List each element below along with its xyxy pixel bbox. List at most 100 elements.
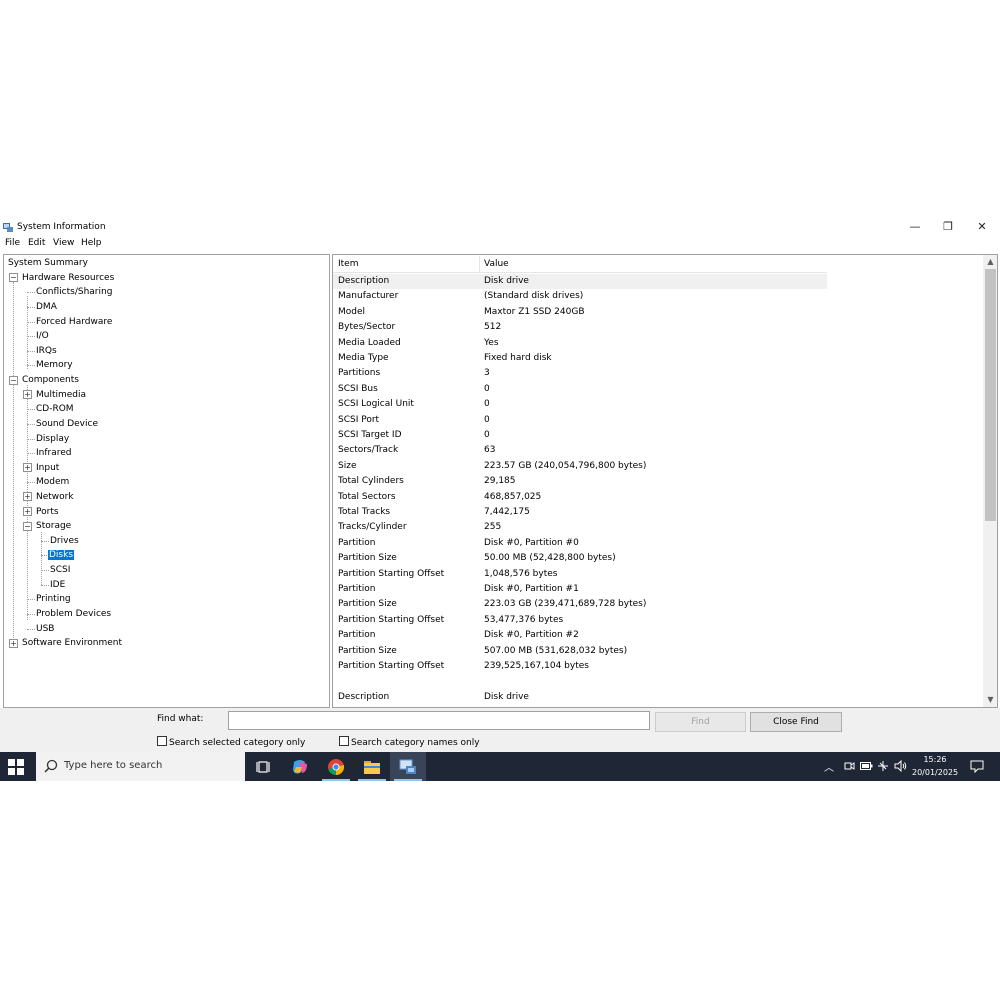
category-tree[interactable]: − − + + + + − + System Summary Hardware … bbox=[3, 254, 330, 708]
meet-now-icon[interactable] bbox=[843, 760, 855, 772]
clock-date[interactable]: 20/01/2025 bbox=[912, 768, 958, 777]
table-row[interactable]: Partition Starting Offset 53,477,376 byte… bbox=[333, 613, 827, 628]
column-header-value[interactable]: Value bbox=[484, 259, 509, 269]
tree-item-irqs[interactable]: IRQs bbox=[35, 344, 58, 358]
collapse-icon[interactable]: − bbox=[9, 376, 18, 385]
menu-view[interactable]: View bbox=[53, 238, 74, 248]
checkbox-box[interactable] bbox=[157, 736, 167, 746]
table-row[interactable]: SCSI Port 0 bbox=[333, 413, 827, 428]
table-row[interactable]: Partition Disk #0, Partition #1 bbox=[333, 582, 827, 597]
clock-time[interactable]: 15:26 bbox=[912, 755, 958, 764]
minimize-button[interactable]: — bbox=[900, 219, 930, 235]
battery-icon[interactable] bbox=[860, 761, 873, 771]
column-header-item[interactable]: Item bbox=[338, 259, 359, 269]
tree-item-multimedia[interactable]: Multimedia bbox=[35, 388, 87, 402]
task-view-button[interactable] bbox=[246, 752, 282, 781]
table-row[interactable]: Manufacturer (Standard disk drives) bbox=[333, 289, 827, 304]
tree-item-scsi[interactable]: SCSI bbox=[49, 563, 71, 577]
scroll-down-icon[interactable]: ▼ bbox=[983, 693, 997, 707]
tree-item-modem[interactable]: Modem bbox=[35, 475, 70, 489]
find-what-input[interactable] bbox=[228, 711, 650, 730]
network-icon[interactable] bbox=[877, 760, 889, 772]
tree-item-display[interactable]: Display bbox=[35, 432, 70, 446]
close-button[interactable]: ✕ bbox=[967, 219, 997, 235]
table-row[interactable]: Partition Size 507.00 MB (531,628,032 byt… bbox=[333, 644, 827, 659]
table-row[interactable]: Tracks/Cylinder 255 bbox=[333, 520, 827, 535]
table-row[interactable]: Total Sectors 468,857,025 bbox=[333, 490, 827, 505]
table-row[interactable]: Partition Disk #0, Partition #2 bbox=[333, 628, 827, 643]
vertical-scrollbar[interactable]: ▲ ▼ bbox=[983, 255, 997, 707]
table-row[interactable]: SCSI Bus 0 bbox=[333, 382, 827, 397]
taskbar-search-box[interactable]: Type here to search bbox=[36, 752, 245, 781]
search-category-names-checkbox[interactable]: Search category names only bbox=[339, 736, 480, 748]
table-row[interactable]: Size 223.57 GB (240,054,796,800 bytes) bbox=[333, 459, 827, 474]
show-hidden-icons-chevron-icon[interactable]: ︿ bbox=[824, 759, 834, 774]
close-find-button[interactable]: Close Find bbox=[750, 712, 842, 732]
taskbar-app-system-information[interactable] bbox=[390, 752, 426, 781]
column-separator[interactable] bbox=[479, 256, 480, 272]
tree-item-conflicts-sharing[interactable]: Conflicts/Sharing bbox=[35, 285, 113, 299]
tree-item-sound-device[interactable]: Sound Device bbox=[35, 417, 99, 431]
collapse-icon[interactable]: − bbox=[9, 273, 18, 282]
tree-item-cdrom[interactable]: CD-ROM bbox=[35, 402, 75, 416]
tree-item-problem-devices[interactable]: Problem Devices bbox=[35, 607, 112, 621]
table-row[interactable]: Model Maxtor Z1 SSD 240GB bbox=[333, 305, 827, 320]
table-row[interactable]: Sectors/Track 63 bbox=[333, 443, 827, 458]
menu-edit[interactable]: Edit bbox=[28, 238, 45, 248]
table-row[interactable]: Media Loaded Yes bbox=[333, 336, 827, 351]
tree-item-system-summary[interactable]: System Summary bbox=[7, 256, 89, 270]
table-row[interactable]: Partitions 3 bbox=[333, 366, 827, 381]
table-row[interactable]: SCSI Logical Unit 0 bbox=[333, 397, 827, 412]
table-row[interactable]: Partition Size 50.00 MB (52,428,800 bytes… bbox=[333, 551, 827, 566]
tree-item-drives[interactable]: Drives bbox=[49, 534, 80, 548]
expand-icon[interactable]: + bbox=[23, 507, 32, 516]
taskbar-app-chrome[interactable] bbox=[318, 752, 354, 781]
details-list[interactable]: Item Value Description Disk drive Manufact… bbox=[332, 254, 998, 708]
expand-icon[interactable]: + bbox=[23, 463, 32, 472]
tree-item-printing[interactable]: Printing bbox=[35, 592, 72, 606]
tree-item-hardware-resources[interactable]: Hardware Resources bbox=[21, 271, 115, 285]
table-row[interactable]: Description Disk drive bbox=[333, 690, 827, 705]
tree-item-ide[interactable]: IDE bbox=[49, 578, 66, 592]
table-row[interactable]: Total Tracks 7,442,175 bbox=[333, 505, 827, 520]
tree-item-components[interactable]: Components bbox=[21, 373, 80, 387]
table-row[interactable]: Media Type Fixed hard disk bbox=[333, 351, 827, 366]
table-row[interactable]: Bytes/Sector 512 bbox=[333, 320, 827, 335]
scroll-up-icon[interactable]: ▲ bbox=[983, 255, 997, 269]
table-row[interactable]: Partition Disk #0, Partition #0 bbox=[333, 536, 827, 551]
taskbar-app-copilot[interactable] bbox=[282, 752, 318, 781]
tree-item-usb[interactable]: USB bbox=[35, 622, 55, 636]
table-row[interactable]: Partition Starting Offset 239,525,167,104… bbox=[333, 659, 827, 674]
volume-icon[interactable] bbox=[894, 760, 907, 772]
scroll-thumb[interactable] bbox=[985, 269, 996, 521]
find-button[interactable]: Find bbox=[655, 712, 746, 732]
menu-help[interactable]: Help bbox=[81, 238, 102, 248]
expand-icon[interactable]: + bbox=[23, 492, 32, 501]
table-row[interactable]: Partition Starting Offset 1,048,576 bytes bbox=[333, 567, 827, 582]
tree-item-network[interactable]: Network bbox=[35, 490, 75, 504]
tree-item-io[interactable]: I/O bbox=[35, 329, 50, 343]
checkbox-box[interactable] bbox=[339, 736, 349, 746]
table-row[interactable]: SCSI Target ID 0 bbox=[333, 428, 827, 443]
notification-center-icon[interactable] bbox=[970, 760, 984, 773]
windows-start-icon[interactable] bbox=[8, 759, 24, 775]
menu-file[interactable]: File bbox=[5, 238, 20, 248]
tree-item-forced-hardware[interactable]: Forced Hardware bbox=[35, 315, 113, 329]
tree-item-infrared[interactable]: Infrared bbox=[35, 446, 73, 460]
expand-icon[interactable]: + bbox=[23, 390, 32, 399]
tree-item-disks[interactable]: Disks bbox=[48, 548, 75, 562]
expand-icon[interactable]: + bbox=[9, 639, 18, 648]
table-row[interactable]: Description Disk drive bbox=[333, 274, 827, 289]
search-selected-category-checkbox[interactable]: Search selected category only bbox=[157, 736, 305, 748]
table-row[interactable] bbox=[333, 674, 827, 689]
tree-item-ports[interactable]: Ports bbox=[35, 505, 60, 519]
restore-button[interactable]: ❐ bbox=[933, 219, 963, 235]
tree-item-memory[interactable]: Memory bbox=[35, 358, 74, 372]
table-row[interactable]: Partition Size 223.03 GB (239,471,689,728… bbox=[333, 597, 827, 612]
tree-item-software-environment[interactable]: Software Environment bbox=[21, 636, 123, 650]
tree-item-dma[interactable]: DMA bbox=[35, 300, 58, 314]
tree-item-storage[interactable]: Storage bbox=[35, 519, 72, 533]
table-row[interactable]: Total Cylinders 29,185 bbox=[333, 474, 827, 489]
collapse-icon[interactable]: − bbox=[23, 522, 32, 531]
tree-item-input[interactable]: Input bbox=[35, 461, 60, 475]
